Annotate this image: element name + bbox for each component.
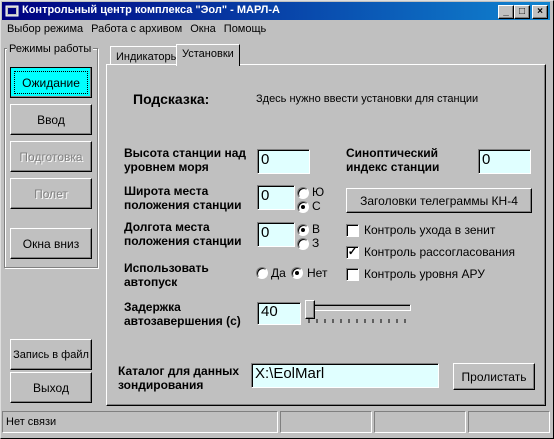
mode-input-button[interactable]: Ввод <box>10 104 92 135</box>
synoptic-index-input[interactable]: 0 <box>478 149 531 174</box>
lat-south-radio[interactable] <box>297 187 309 199</box>
lon-west-label: З <box>312 236 320 250</box>
windows-down-button[interactable]: Окна вниз <box>10 228 92 259</box>
checkmark-icon: ✓ <box>347 246 358 258</box>
zenith-control-label: Контроль ухода в зенит <box>364 223 496 237</box>
synoptic-index-label: Синоптический индекс станции <box>346 146 440 174</box>
agc-control-checkbox[interactable] <box>346 268 359 281</box>
delay-slider-thumb[interactable] <box>305 300 315 319</box>
status-connection: Нет связи <box>2 411 278 433</box>
window-title: Контрольный центр комплекса "Эол" - МАРЛ… <box>22 4 280 16</box>
lat-north-label: С <box>312 199 321 213</box>
mode-waiting-button[interactable]: Ожидание <box>10 67 92 98</box>
tab-indicators[interactable]: Индикаторы <box>110 46 185 64</box>
menu-mode-select[interactable]: Выбор режима <box>3 21 87 35</box>
delay-slider-track[interactable] <box>307 304 411 311</box>
status-pane-3 <box>374 411 466 433</box>
delay-slider-ticks <box>308 319 406 323</box>
lat-south-label: Ю <box>312 185 325 199</box>
menu-bar: Выбор режима Работа с архивом Окна Помощь <box>3 21 270 39</box>
autopusk-yes-radio[interactable] <box>256 267 268 279</box>
mode-flight-button[interactable]: Полет <box>10 178 92 209</box>
longitude-label: Долгота места положения станции <box>124 220 242 248</box>
close-button[interactable]: × <box>532 5 548 19</box>
menu-archive[interactable]: Работа с архивом <box>87 21 186 35</box>
lon-west-radio[interactable] <box>297 238 309 250</box>
telegram-headers-button[interactable]: Заголовки телеграммы КН-4 <box>346 188 532 213</box>
latitude-input[interactable]: 0 <box>257 185 295 210</box>
delay-input[interactable]: 40 <box>257 302 301 325</box>
mismatch-control-label: Контроль рассогласования <box>364 245 515 259</box>
menu-help[interactable]: Помощь <box>220 21 271 35</box>
status-pane-2 <box>280 411 372 433</box>
latitude-label: Широта места положения станции <box>124 184 242 212</box>
lat-north-radio[interactable] <box>297 201 309 213</box>
exit-button[interactable]: Выход <box>10 372 92 403</box>
autopusk-label: Использовать автопуск <box>124 261 209 289</box>
delay-label: Задержка автозавершения (с) <box>124 300 241 328</box>
app-icon <box>5 5 19 17</box>
status-pane-4 <box>468 411 550 433</box>
mismatch-control-checkbox[interactable]: ✓ <box>346 246 359 259</box>
station-height-input[interactable]: 0 <box>257 149 310 174</box>
browse-button[interactable]: Пролистать <box>453 363 535 390</box>
modes-group-title: Режимы работы <box>7 43 94 55</box>
catalog-label: Каталог для данных зондирования <box>118 364 240 392</box>
tab-settings[interactable]: Установки <box>176 44 240 66</box>
menu-windows[interactable]: Окна <box>186 21 220 35</box>
title-bar[interactable]: Контрольный центр комплекса "Эол" - МАРЛ… <box>2 2 550 20</box>
catalog-input[interactable]: X:\EolMarl <box>251 363 439 388</box>
autopusk-no-radio[interactable] <box>291 267 303 279</box>
zenith-control-checkbox[interactable] <box>346 224 359 237</box>
station-height-label: Высота станции над уровнем моря <box>124 146 246 174</box>
hint-text: Здесь нужно ввести установки для станции <box>256 93 479 105</box>
maximize-button[interactable]: □ <box>514 5 530 19</box>
lon-east-label: В <box>312 222 321 236</box>
save-to-file-button[interactable]: Запись в файл <box>10 339 92 370</box>
mode-preparation-button[interactable]: Подготовка <box>10 141 92 172</box>
hint-label: Подсказка: <box>133 91 210 107</box>
longitude-input[interactable]: 0 <box>257 222 295 247</box>
autopusk-no-label: Нет <box>307 266 328 280</box>
autopusk-yes-label: Да <box>271 266 286 280</box>
agc-control-label: Контроль уровня АРУ <box>364 267 485 281</box>
lon-east-radio[interactable] <box>297 224 309 236</box>
minimize-button[interactable]: _ <box>498 5 514 19</box>
